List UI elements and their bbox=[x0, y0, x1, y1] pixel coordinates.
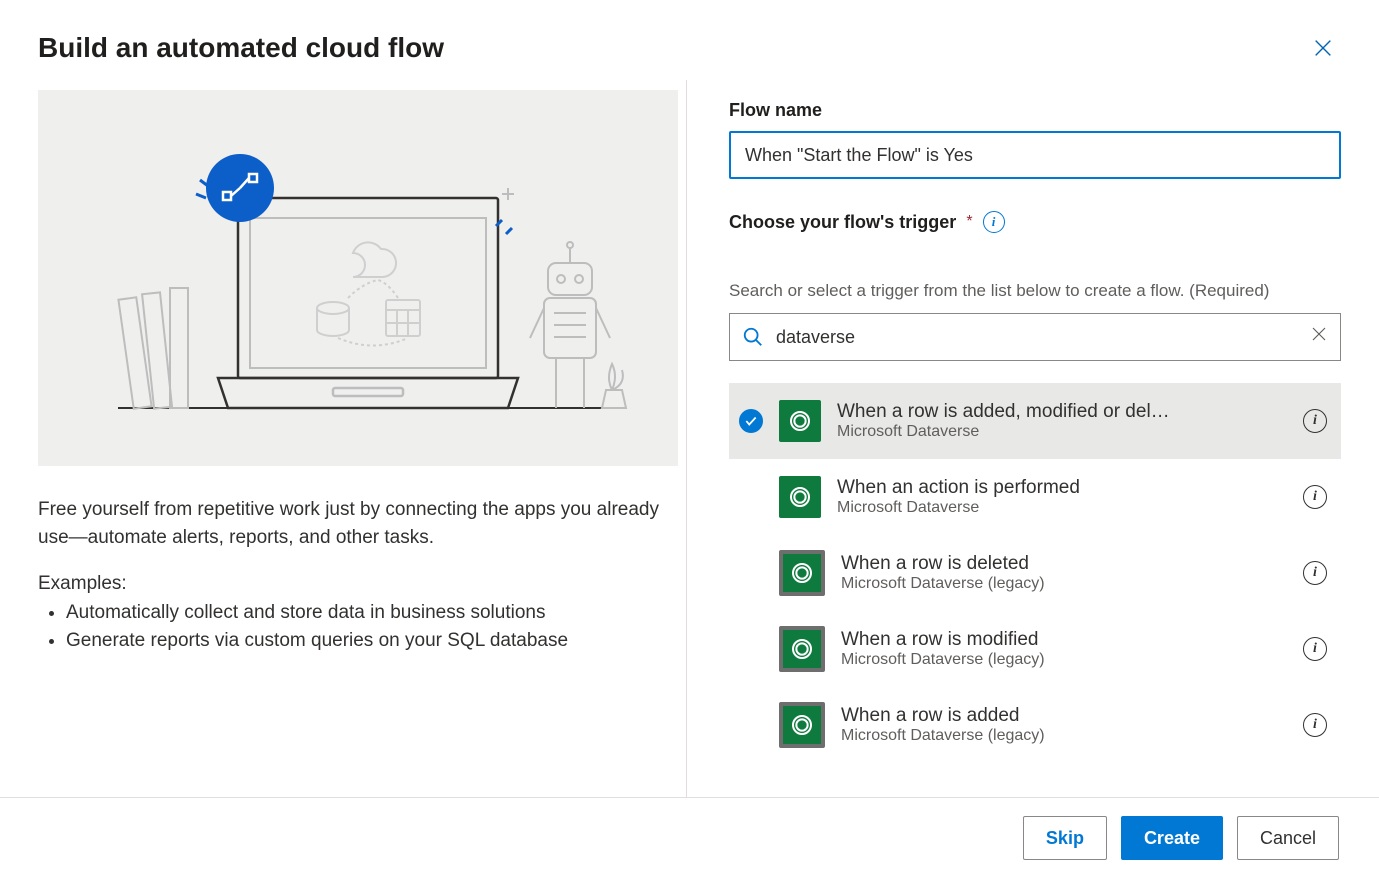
trigger-label: Choose your flow's trigger bbox=[729, 212, 956, 233]
close-icon bbox=[1312, 37, 1334, 59]
trigger-info-icon[interactable]: i bbox=[1303, 561, 1327, 585]
dataverse-icon bbox=[779, 626, 825, 672]
trigger-title: When a row is deleted bbox=[841, 553, 1287, 575]
trigger-search-input[interactable] bbox=[776, 327, 1298, 348]
examples-list: Automatically collect and store data in … bbox=[38, 599, 666, 654]
trigger-subtitle: Microsoft Dataverse bbox=[837, 423, 1287, 441]
example-item: Generate reports via custom queries on y… bbox=[66, 627, 666, 655]
trigger-subtitle: Microsoft Dataverse bbox=[837, 499, 1287, 517]
trigger-info-icon[interactable]: i bbox=[1303, 713, 1327, 737]
example-item: Automatically collect and store data in … bbox=[66, 599, 666, 627]
trigger-title: When a row is added, modified or del… bbox=[837, 401, 1287, 423]
flowname-input[interactable] bbox=[729, 131, 1341, 179]
trigger-helper: Search or select a trigger from the list… bbox=[729, 281, 1341, 301]
trigger-text: When a row is addedMicrosoft Dataverse (… bbox=[841, 705, 1287, 745]
trigger-text: When a row is deletedMicrosoft Dataverse… bbox=[841, 553, 1287, 593]
right-panel: Flow name Choose your flow's trigger * i… bbox=[686, 80, 1341, 797]
trigger-text: When a row is modifiedMicrosoft Datavers… bbox=[841, 629, 1287, 669]
trigger-text: When a row is added, modified or del…Mic… bbox=[837, 401, 1287, 441]
trigger-subtitle: Microsoft Dataverse (legacy) bbox=[841, 727, 1287, 745]
info-icon[interactable]: i bbox=[983, 211, 1005, 233]
dialog-footer: Skip Create Cancel bbox=[0, 797, 1379, 878]
trigger-item[interactable]: When a row is deletedMicrosoft Dataverse… bbox=[729, 535, 1341, 611]
cancel-button[interactable]: Cancel bbox=[1237, 816, 1339, 860]
trigger-radio[interactable] bbox=[739, 409, 763, 433]
dataverse-icon bbox=[779, 702, 825, 748]
trigger-info-icon[interactable]: i bbox=[1303, 637, 1327, 661]
trigger-item[interactable]: When a row is added, modified or del…Mic… bbox=[729, 383, 1341, 459]
clear-search-button[interactable] bbox=[1310, 325, 1328, 349]
skip-button[interactable]: Skip bbox=[1023, 816, 1107, 860]
flowname-label: Flow name bbox=[729, 100, 1341, 121]
trigger-title: When a row is modified bbox=[841, 629, 1287, 651]
search-icon bbox=[742, 326, 764, 348]
required-mark: * bbox=[966, 213, 972, 231]
dialog-title: Build an automated cloud flow bbox=[38, 32, 444, 64]
left-panel: Free yourself from repetitive work just … bbox=[38, 80, 686, 797]
clear-icon bbox=[1310, 325, 1328, 343]
dataverse-icon bbox=[779, 400, 821, 442]
trigger-item[interactable]: When a row is modifiedMicrosoft Datavers… bbox=[729, 611, 1341, 687]
trigger-info-icon[interactable]: i bbox=[1303, 409, 1327, 433]
trigger-info-icon[interactable]: i bbox=[1303, 485, 1327, 509]
trigger-list: When a row is added, modified or del…Mic… bbox=[729, 383, 1341, 797]
examples-label: Examples: bbox=[38, 573, 666, 595]
trigger-item[interactable]: When a row is addedMicrosoft Dataverse (… bbox=[729, 687, 1341, 763]
check-icon bbox=[744, 414, 758, 428]
trigger-subtitle: Microsoft Dataverse (legacy) bbox=[841, 651, 1287, 669]
build-flow-dialog: Build an automated cloud flow bbox=[0, 0, 1379, 878]
description-text: Free yourself from repetitive work just … bbox=[38, 496, 666, 551]
flow-illustration bbox=[38, 90, 678, 466]
trigger-item[interactable]: When an action is performedMicrosoft Dat… bbox=[729, 459, 1341, 535]
dataverse-icon bbox=[779, 550, 825, 596]
create-button[interactable]: Create bbox=[1121, 816, 1223, 860]
trigger-search[interactable] bbox=[729, 313, 1341, 361]
trigger-title: When an action is performed bbox=[837, 477, 1287, 499]
close-button[interactable] bbox=[1307, 32, 1339, 64]
dialog-header: Build an automated cloud flow bbox=[0, 0, 1379, 80]
dataverse-icon bbox=[779, 476, 821, 518]
trigger-title: When a row is added bbox=[841, 705, 1287, 727]
trigger-subtitle: Microsoft Dataverse (legacy) bbox=[841, 575, 1287, 593]
trigger-text: When an action is performedMicrosoft Dat… bbox=[837, 477, 1287, 517]
